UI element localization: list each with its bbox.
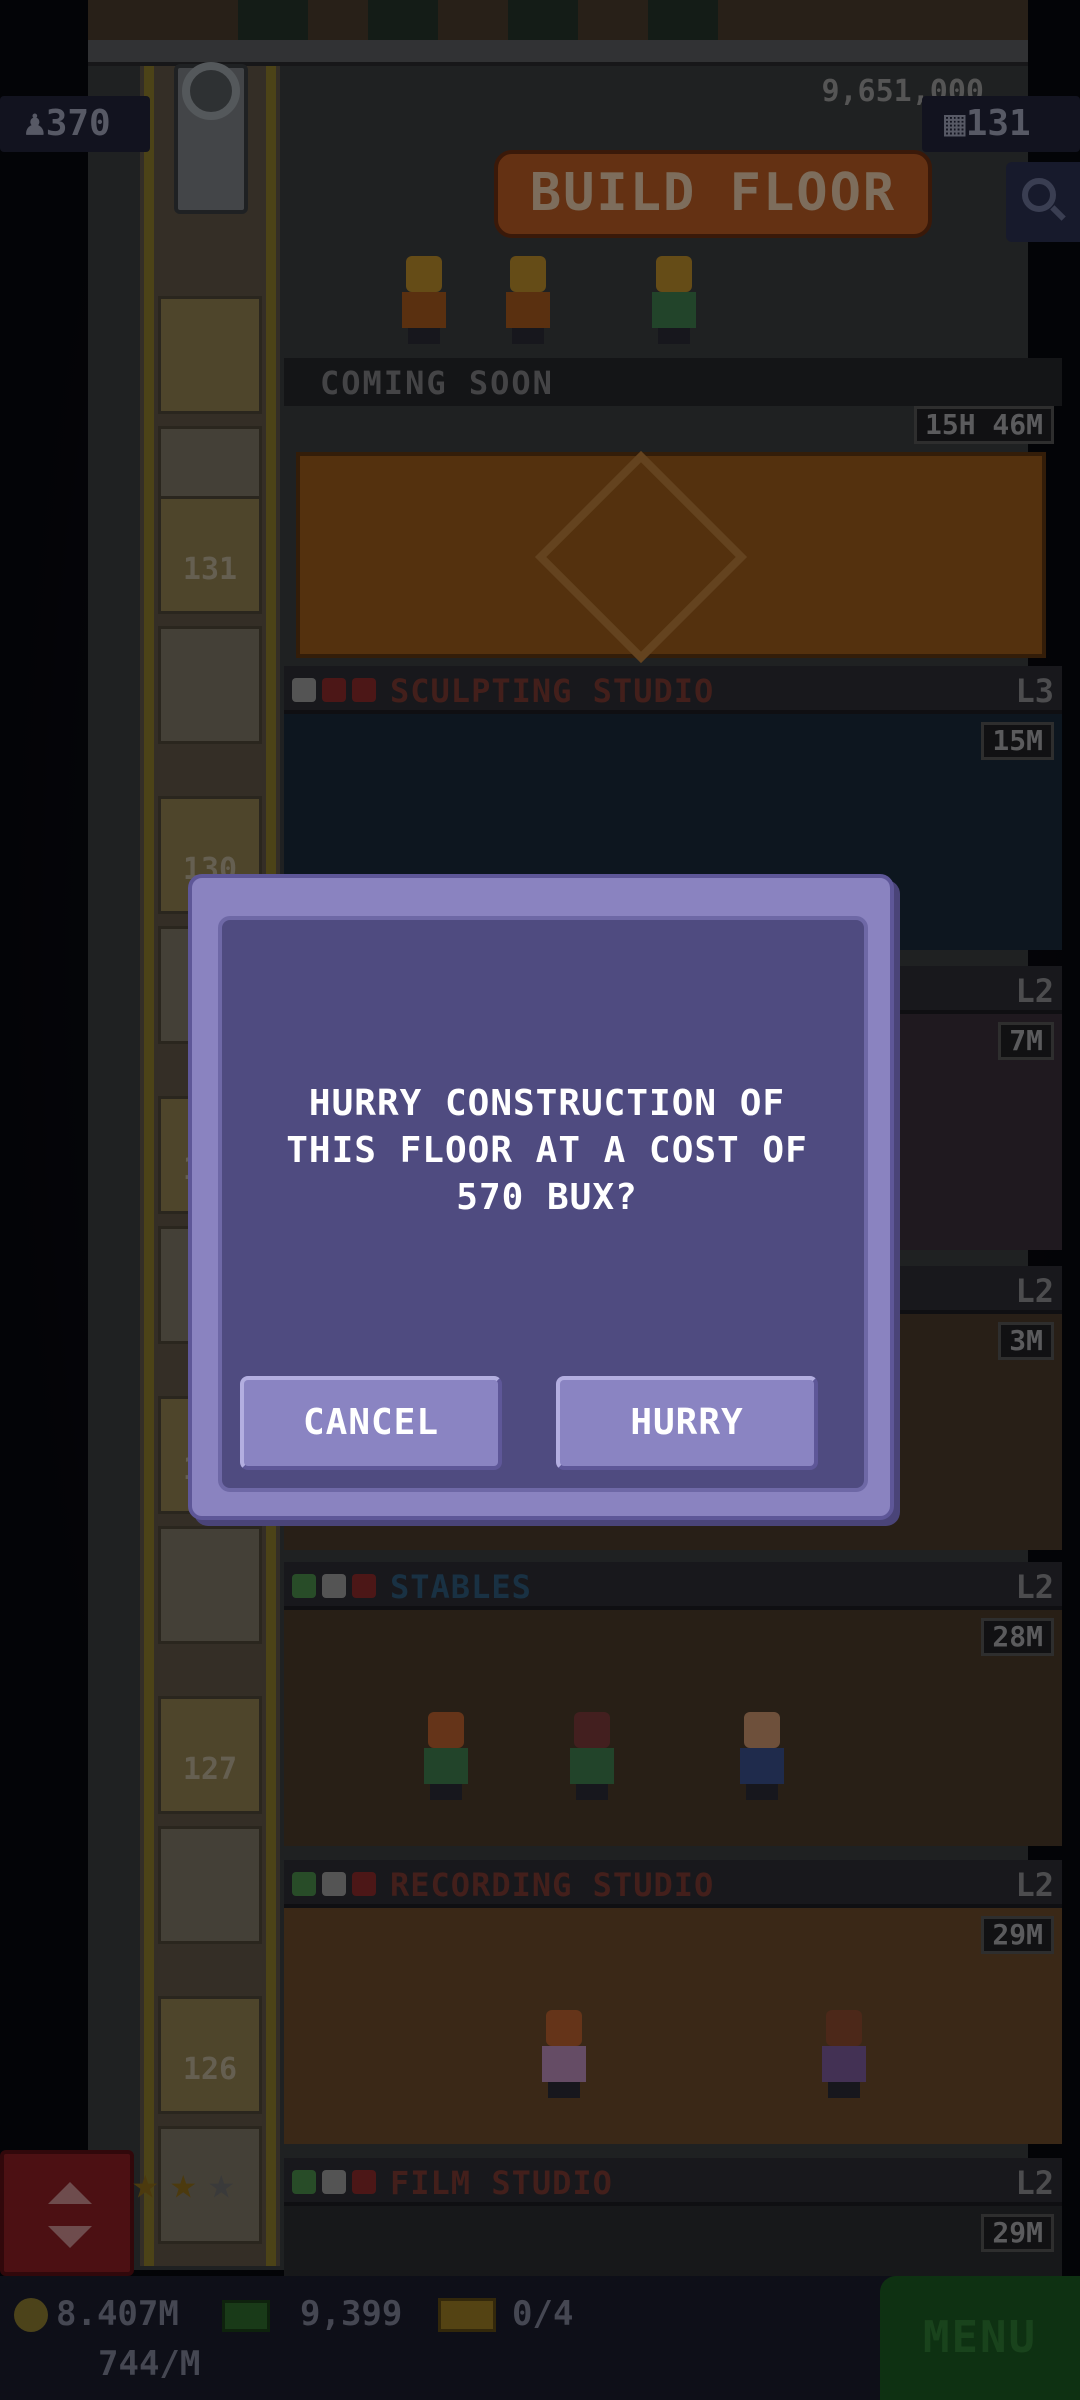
hurry-construction-dialog: HURRY CONSTRUCTION OF THIS FLOOR AT A CO… [188,874,894,1520]
cancel-button[interactable]: CANCEL [240,1376,502,1470]
dialog-message: HURRY CONSTRUCTION OF THIS FLOOR AT A CO… [286,1083,808,1218]
hurry-button[interactable]: HURRY [556,1376,818,1470]
game-scene: 131 130 129 128 127 126 BUILD FLOOR COMI… [0,0,1080,2400]
dialog-panel: HURRY CONSTRUCTION OF THIS FLOOR AT A CO… [218,916,868,1492]
